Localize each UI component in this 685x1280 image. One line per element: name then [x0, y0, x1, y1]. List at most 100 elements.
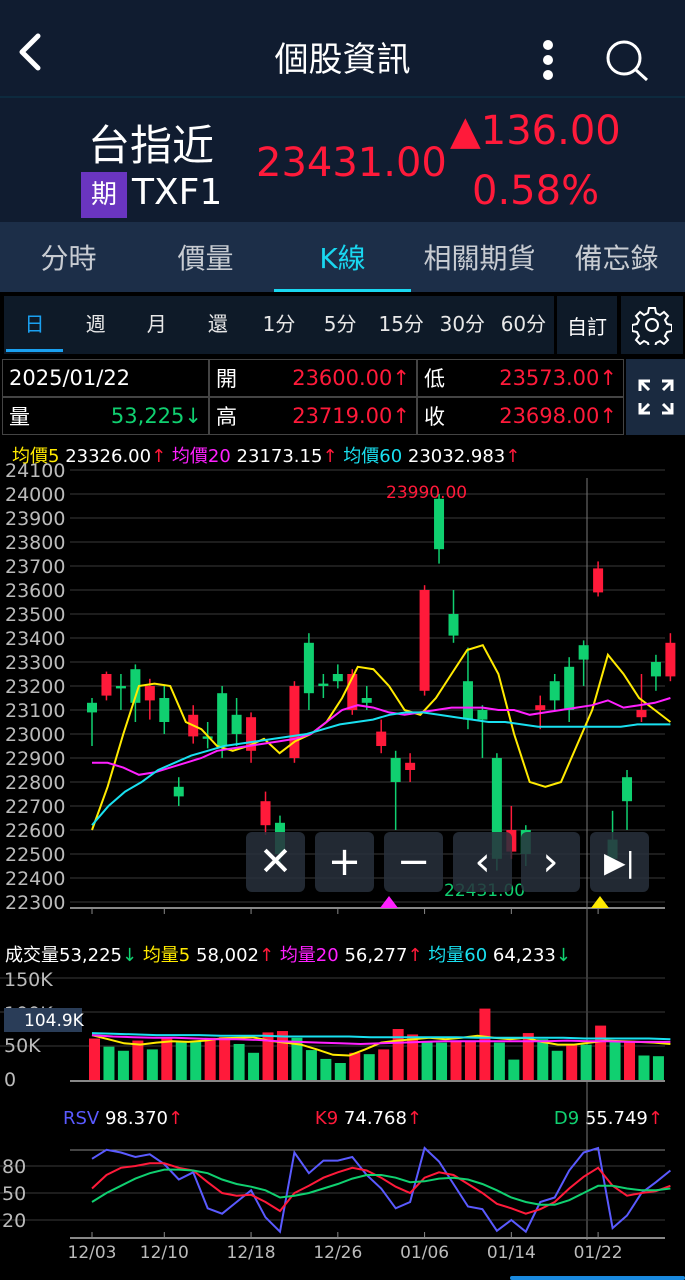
volume-bar — [566, 1044, 578, 1080]
date-label: 12/10 — [140, 1243, 189, 1263]
candle-down — [578, 645, 589, 660]
kd-tick-label: 50 — [2, 1183, 26, 1205]
date-label: 12/26 — [313, 1243, 362, 1263]
volume-bar — [219, 1037, 231, 1080]
candle-up — [101, 674, 112, 696]
price-tick-label: 23500 — [5, 604, 65, 626]
high-annotation: 23990.00 — [386, 483, 467, 503]
price-tick-label: 24100 — [5, 460, 65, 482]
volume-bar — [609, 1041, 621, 1080]
price-tick-label: 23000 — [5, 724, 65, 746]
kd-line-RSV — [91, 1146, 672, 1234]
price-tick-label: 24000 — [5, 484, 65, 506]
volume-bar — [334, 1063, 346, 1080]
scroll-left-button[interactable]: ‹ — [453, 832, 512, 892]
price-tick-label: 22600 — [5, 820, 65, 842]
price-tick-label: 23200 — [5, 676, 65, 698]
candle-down — [462, 681, 473, 720]
volume-bar — [161, 1038, 173, 1080]
candle-down — [549, 681, 560, 701]
volume-bar — [508, 1059, 520, 1080]
price-tick-label: 23300 — [5, 652, 65, 674]
charts-canvas[interactable]: 2410024000239002380023700236002350023400… — [0, 0, 685, 1280]
candle-down — [434, 498, 445, 550]
volume-bar — [595, 1025, 607, 1080]
date-label: 12/18 — [227, 1243, 276, 1263]
scroll-right-button[interactable]: › — [521, 832, 580, 892]
volume-bar — [464, 1041, 476, 1080]
volume-bar — [117, 1050, 129, 1080]
volume-bar — [580, 1044, 592, 1080]
volume-bar — [248, 1052, 260, 1080]
volume-bar — [349, 1052, 361, 1080]
volume-tick-label: 50K — [4, 1035, 41, 1057]
candle-down — [564, 666, 575, 710]
volume-bar — [204, 1037, 216, 1080]
date-label: 01/14 — [487, 1243, 536, 1263]
volume-bar — [551, 1050, 563, 1080]
volume-bar — [175, 1041, 187, 1080]
candle-up — [260, 801, 271, 826]
volume-bar — [305, 1050, 317, 1080]
volume-bar — [320, 1058, 332, 1080]
volume-bar — [103, 1046, 115, 1080]
candle-up — [665, 642, 676, 677]
candle-down — [87, 702, 97, 713]
candle-down — [477, 710, 488, 720]
volume-bar — [652, 1056, 664, 1080]
price-tick-label: 23800 — [5, 532, 65, 554]
candle-down — [173, 786, 184, 797]
price-tick-label: 22300 — [5, 892, 65, 914]
price-tick-label: 23400 — [5, 628, 65, 650]
volume-tick-label: 0 — [4, 1069, 16, 1091]
kd-tick-label: 20 — [2, 1210, 26, 1232]
volume-bar — [450, 1040, 462, 1080]
jump-latest-button[interactable]: ▶| — [590, 832, 649, 892]
close-chart-button[interactable]: ✕ — [246, 832, 305, 892]
zoom-in-button[interactable]: + — [315, 832, 374, 892]
candle-down — [318, 683, 329, 686]
volume-bar — [624, 1041, 636, 1080]
candle-up — [636, 710, 647, 718]
candle-down — [159, 698, 170, 722]
price-tick-label: 22800 — [5, 772, 65, 794]
candle-down — [390, 758, 401, 782]
price-tick-label: 23700 — [5, 556, 65, 578]
date-label: 01/06 — [400, 1243, 449, 1263]
volume-bar — [479, 1008, 491, 1080]
candle-up — [593, 568, 604, 593]
volume-bar — [190, 1041, 202, 1080]
bottom-scroll-indicator — [510, 1276, 685, 1280]
zoom-out-button[interactable]: − — [384, 832, 443, 892]
candle-down — [622, 777, 633, 802]
volume-bar — [132, 1040, 144, 1080]
kd-tick-label: 80 — [2, 1156, 26, 1178]
price-tick-label: 23600 — [5, 580, 65, 602]
candle-up — [535, 705, 546, 710]
candle-down — [650, 662, 661, 677]
volume-bar — [233, 1043, 245, 1080]
candle-down — [332, 674, 343, 682]
candle-up — [419, 590, 430, 691]
candle-down — [231, 714, 242, 734]
candle-down — [115, 686, 126, 689]
price-tick-label: 23100 — [5, 700, 65, 722]
volume-bar — [436, 1042, 448, 1080]
volume-bar — [276, 1031, 288, 1080]
candle-down — [361, 698, 372, 703]
volume-bar — [89, 1038, 100, 1080]
volume-bar — [537, 1039, 549, 1080]
candle-up — [144, 686, 155, 701]
price-tick-label: 22900 — [5, 748, 65, 770]
volume-marker-label: 104.9K — [24, 1011, 85, 1031]
volume-bar — [421, 1041, 433, 1080]
candle-up — [289, 686, 300, 758]
date-label: 12/03 — [68, 1243, 117, 1263]
candle-down — [217, 693, 228, 746]
volume-bar — [493, 1042, 505, 1080]
candle-down — [448, 614, 459, 636]
candle-up — [376, 731, 387, 746]
volume-bar — [638, 1055, 650, 1080]
price-tick-label: 22700 — [5, 796, 65, 818]
candle-up — [405, 762, 416, 770]
